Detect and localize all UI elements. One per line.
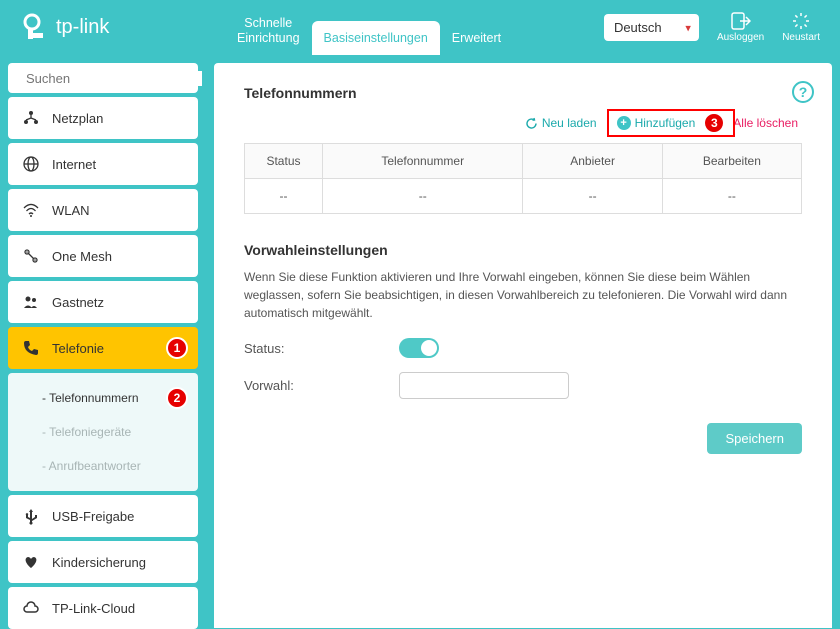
step-badge-1: 1: [166, 337, 188, 359]
add-button[interactable]: + Hinzufügen: [613, 114, 700, 132]
vorwahl-input[interactable]: [399, 372, 569, 399]
sidebar-submenu-telefonie: - Telefonnummern 2 - Telefoniegeräte - A…: [8, 373, 198, 491]
guest-icon: [22, 293, 40, 311]
save-button[interactable]: Speichern: [707, 423, 802, 454]
th-number: Telefonnummer: [322, 144, 523, 179]
cell-status: --: [245, 179, 323, 214]
table-actions: Neu laden + Hinzufügen 3 Alle löschen: [244, 109, 802, 137]
subitem-anrufbeantworter[interactable]: - Anrufbeantworter: [8, 449, 198, 483]
language-select[interactable]: Deutsch: [604, 14, 699, 41]
sub-label: - Telefonnummern: [42, 391, 139, 405]
logout-icon: [731, 12, 751, 30]
row-vorwahl: Vorwahl:: [244, 372, 802, 399]
search-box[interactable]: [8, 63, 198, 93]
main-content: ? Telefonnummern Neu laden + Hinzufügen …: [214, 63, 832, 628]
usb-icon: [22, 507, 40, 525]
reload-label: Neu laden: [542, 116, 597, 130]
restart-icon: [792, 12, 810, 30]
sidebar-label: Internet: [52, 157, 96, 172]
th-edit: Bearbeiten: [662, 144, 801, 179]
logout-label: Ausloggen: [717, 32, 764, 43]
cell-edit: --: [662, 179, 801, 214]
prefix-section: Vorwahleinstellungen Wenn Sie diese Funk…: [244, 242, 802, 399]
restart-button[interactable]: Neustart: [782, 12, 820, 43]
status-label: Status:: [244, 341, 399, 356]
sidebar-item-kindersicherung[interactable]: Kindersicherung: [8, 541, 198, 583]
plus-icon: +: [617, 116, 631, 130]
tab-basic-settings[interactable]: Basiseinstellungen: [312, 21, 440, 55]
help-button[interactable]: ?: [792, 81, 814, 103]
network-map-icon: [22, 109, 40, 127]
body-wrap: Netzplan Internet WLAN One Mesh Gastnetz…: [0, 55, 840, 628]
heart-icon: [22, 553, 40, 571]
add-label: Hinzufügen: [635, 116, 696, 130]
step-badge-2: 2: [166, 387, 188, 409]
reload-button[interactable]: Neu laden: [521, 114, 601, 132]
sidebar-label: One Mesh: [52, 249, 112, 264]
sidebar-item-wlan[interactable]: WLAN: [8, 189, 198, 231]
subitem-telefonnummern[interactable]: - Telefonnummern 2: [8, 381, 198, 415]
sidebar-label: WLAN: [52, 203, 90, 218]
subitem-telefoniegeraete[interactable]: - Telefoniegeräte: [8, 415, 198, 449]
logout-button[interactable]: Ausloggen: [717, 12, 764, 43]
th-provider: Anbieter: [523, 144, 662, 179]
sidebar-item-cloud[interactable]: TP-Link-Cloud: [8, 587, 198, 629]
add-highlight: + Hinzufügen 3: [607, 109, 736, 137]
sidebar-item-gastnetz[interactable]: Gastnetz: [8, 281, 198, 323]
cell-provider: --: [523, 179, 662, 214]
delete-all-button[interactable]: Alle löschen: [729, 114, 802, 132]
sidebar-item-netzplan[interactable]: Netzplan: [8, 97, 198, 139]
top-tabs: Schnelle Einrichtung Basiseinstellungen …: [225, 0, 513, 55]
wifi-icon: [22, 201, 40, 219]
prefix-description: Wenn Sie diese Funktion aktivieren und I…: [244, 268, 802, 322]
brand-logo: tp-link: [20, 13, 205, 43]
cell-number: --: [322, 179, 523, 214]
sidebar-item-internet[interactable]: Internet: [8, 143, 198, 185]
phone-icon: [22, 339, 40, 357]
tplink-logo-icon: [20, 13, 50, 43]
phonenumbers-table: Status Telefonnummer Anbieter Bearbeiten…: [244, 143, 802, 214]
restart-label: Neustart: [782, 32, 820, 43]
sidebar: Netzplan Internet WLAN One Mesh Gastnetz…: [8, 63, 198, 628]
th-status: Status: [245, 144, 323, 179]
sidebar-label: Gastnetz: [52, 295, 104, 310]
sidebar-item-usb[interactable]: USB-Freigabe: [8, 495, 198, 537]
sidebar-label: USB-Freigabe: [52, 509, 134, 524]
search-input[interactable]: [26, 71, 202, 86]
reload-icon: [525, 117, 538, 130]
step-badge-3: 3: [703, 112, 725, 134]
globe-icon: [22, 155, 40, 173]
sidebar-label: TP-Link-Cloud: [52, 601, 135, 616]
section-title-prefix: Vorwahleinstellungen: [244, 242, 802, 258]
delete-all-label: Alle löschen: [733, 116, 798, 130]
sidebar-item-onemesh[interactable]: One Mesh: [8, 235, 198, 277]
top-header: tp-link Schnelle Einrichtung Basiseinste…: [0, 0, 840, 55]
row-status: Status:: [244, 338, 802, 358]
sidebar-label: Telefonie: [52, 341, 104, 356]
tab-quick-setup[interactable]: Schnelle Einrichtung: [225, 6, 312, 55]
brand-text: tp-link: [56, 16, 109, 39]
tab-advanced[interactable]: Erweitert: [440, 21, 513, 55]
status-toggle[interactable]: [399, 338, 439, 358]
cloud-icon: [22, 599, 40, 617]
table-row: -- -- -- --: [245, 179, 802, 214]
mesh-icon: [22, 247, 40, 265]
sidebar-label: Netzplan: [52, 111, 103, 126]
sidebar-label: Kindersicherung: [52, 555, 146, 570]
vorwahl-label: Vorwahl:: [244, 378, 399, 393]
sidebar-item-telefonie[interactable]: Telefonie 1: [8, 327, 198, 369]
section-title-phonenumbers: Telefonnummern: [244, 85, 802, 101]
header-actions: Deutsch Ausloggen Neustart: [604, 12, 820, 43]
